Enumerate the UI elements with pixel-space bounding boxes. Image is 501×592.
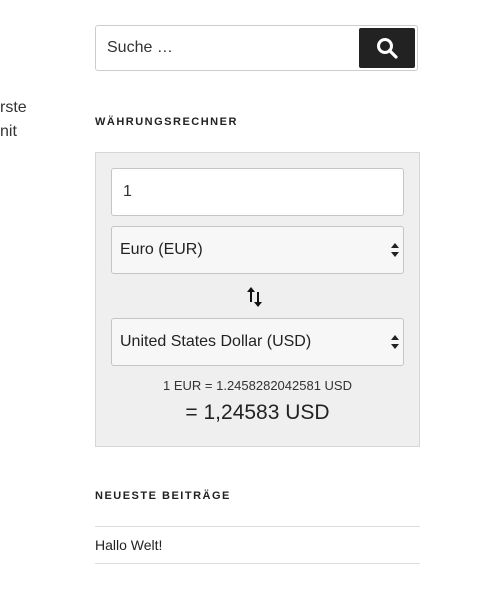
truncated-content-text: rste nit [0, 96, 27, 144]
search-icon [377, 38, 398, 59]
recent-posts-title: NEUESTE BEITRÄGE [95, 490, 231, 502]
search-input[interactable]: Suche … [107, 39, 173, 57]
search-button[interactable] [359, 28, 415, 68]
select-arrows-icon [391, 243, 399, 257]
from-currency-select[interactable]: Euro (EUR) [111, 226, 404, 274]
search-form: Suche … [95, 25, 418, 71]
conversion-result: = 1,24583 USD [185, 401, 330, 424]
divider [95, 526, 420, 527]
content-line-1: rste [0, 99, 27, 116]
divider [95, 563, 420, 564]
content-line-2: nit [0, 123, 17, 140]
recent-post-link[interactable]: Hallo Welt! [95, 537, 162, 553]
currency-converter: 1 Euro (EUR) United States Dollar (USD) … [95, 152, 420, 447]
from-currency-value: Euro (EUR) [120, 241, 203, 258]
exchange-rate-text: 1 EUR = 1.2458282042581 USD [163, 378, 352, 393]
to-currency-select[interactable]: United States Dollar (USD) [111, 318, 404, 366]
currency-widget-title: WÄHRUNGSRECHNER [95, 116, 238, 128]
select-arrows-icon [391, 335, 399, 349]
to-currency-value: United States Dollar (USD) [120, 333, 312, 350]
swap-arrows-icon[interactable] [246, 286, 264, 308]
amount-input[interactable]: 1 [111, 168, 404, 216]
